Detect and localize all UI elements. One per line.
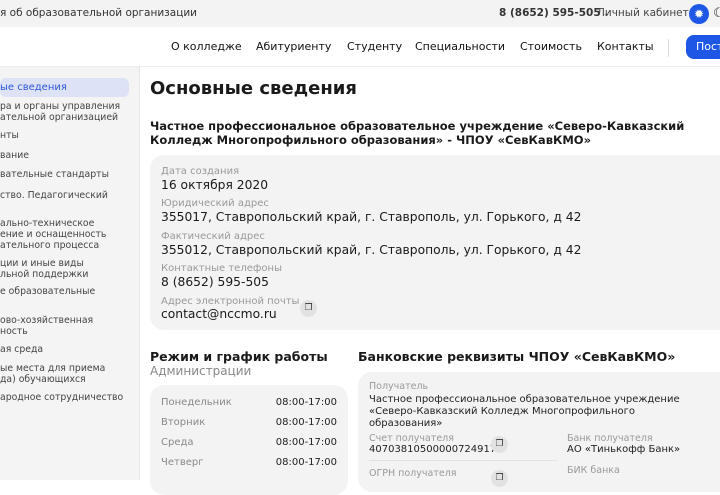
sidebar-item[interactable]: вательные стандарты [0, 169, 109, 180]
recipient-label: Получатель [369, 381, 429, 392]
main-nav: О колледже Абитуриенту Студенту Специаль… [0, 27, 720, 67]
sidebar-item[interactable]: ство. Педагогический [0, 190, 108, 201]
bank-name-value: АО «Тинькофф Банк» [567, 444, 681, 455]
bank-card: Получатель Частное профессиональное обра… [358, 372, 720, 492]
sidebar-item[interactable]: ции и иные виды льной поддержки [0, 258, 88, 280]
sidebar-item[interactable]: вание [0, 150, 29, 161]
nav-student[interactable]: Студенту [347, 40, 402, 53]
info-label: Юридический адрес [161, 198, 269, 209]
sidebar-item-active[interactable]: ые сведения [0, 78, 129, 97]
info-label: Фактический адрес [161, 231, 265, 242]
nav-specialties[interactable]: Специальности [415, 40, 505, 53]
account-value: 40703810500000724917 [369, 444, 497, 455]
info-label: Дата создания [161, 166, 240, 177]
account-label: Счет получателя [369, 433, 454, 444]
divider [369, 460, 557, 461]
info-label: Контактные телефоны [161, 263, 282, 274]
bik-label: БИК банка [567, 465, 620, 476]
schedule-row: Понедельник 08:00-17:00 [161, 397, 337, 408]
sidebar-item[interactable]: ая среда [0, 344, 43, 355]
info-value: 355017, Ставропольский край, г. Ставропо… [161, 210, 582, 224]
recipient-value: Частное профессиональное образовательное… [369, 394, 680, 429]
day: Понедельник [161, 397, 232, 408]
day: Четверг [161, 457, 204, 468]
sidebar: ые сведения ра и органы управления атель… [0, 67, 140, 480]
sun-icon[interactable]: ✹ [689, 4, 709, 24]
info-value: 8 (8652) 595-505 [161, 275, 269, 289]
info-value: contact@nccmo.ru [161, 307, 277, 321]
info-card: Дата создания 16 октября 2020 Юридически… [150, 155, 720, 330]
day: Вторник [161, 417, 206, 428]
nav-about[interactable]: О колледже [171, 40, 242, 53]
info-value: 355012, Ставропольский край, г. Ставропо… [161, 243, 582, 257]
copy-icon[interactable]: ❐ [491, 436, 508, 453]
phone-number: 8 (8652) 595-505 [499, 7, 601, 19]
org-info-link[interactable]: я об образовательной организации [0, 7, 197, 19]
schedule-title: Режим и график работы [150, 349, 328, 364]
org-full-name: Частное профессиональное образовательное… [150, 119, 685, 147]
time: 08:00-17:00 [275, 397, 337, 408]
ogrn-label: ОГРН получателя [369, 468, 457, 479]
sidebar-item[interactable]: ые места для приема да) обучающихся [0, 363, 105, 385]
day: Среда [161, 437, 194, 448]
schedule-card: Понедельник 08:00-17:00 Вторник 08:00-17:0… [150, 385, 348, 495]
time: 08:00-17:00 [275, 417, 337, 428]
sidebar-item[interactable]: нты [0, 130, 19, 141]
nav-applicant[interactable]: Абитуриенту [256, 40, 331, 53]
top-bar: я об образовательной организации 8 (8652… [0, 0, 720, 27]
nav-cost[interactable]: Стоимость [520, 40, 582, 53]
phone-dropdown[interactable]: 8 (8652) 595-505 ⌄ [499, 7, 610, 19]
divider [668, 39, 669, 57]
sidebar-item[interactable]: е образовательные [0, 286, 95, 297]
apply-button[interactable]: Пост [686, 35, 720, 59]
schedule-row: Четверг 08:00-17:00 [161, 457, 337, 468]
sidebar-item[interactable]: ра и органы управления ательной организа… [0, 101, 120, 123]
sidebar-item[interactable]: ально-техническое ение и оснащенность ат… [0, 218, 106, 251]
bank-name-label: Банк получателя [567, 433, 653, 444]
schedule-subtitle: Администрации [150, 364, 252, 378]
schedule-row: Вторник 08:00-17:00 [161, 417, 337, 428]
time: 08:00-17:00 [275, 437, 337, 448]
schedule-row: Среда 08:00-17:00 [161, 437, 337, 448]
moon-icon[interactable]: ☾ [713, 6, 720, 21]
nav-contacts[interactable]: Контакты [597, 40, 654, 53]
copy-icon[interactable]: ❐ [491, 470, 508, 487]
info-value: 16 октября 2020 [161, 178, 269, 192]
bank-title: Банковские реквизиты ЧПОУ «СевКавКМО» [358, 349, 676, 364]
sidebar-item[interactable]: ово-хозяйственная ность [0, 315, 93, 337]
copy-icon[interactable]: ❐ [300, 300, 317, 317]
time: 08:00-17:00 [275, 457, 337, 468]
personal-cabinet-link[interactable]: Личный кабинет [597, 7, 689, 19]
sidebar-item[interactable]: ародное сотрудничество [0, 392, 123, 403]
info-label: Адрес электронной почты [161, 296, 300, 307]
page-title: Основные сведения [150, 78, 357, 99]
